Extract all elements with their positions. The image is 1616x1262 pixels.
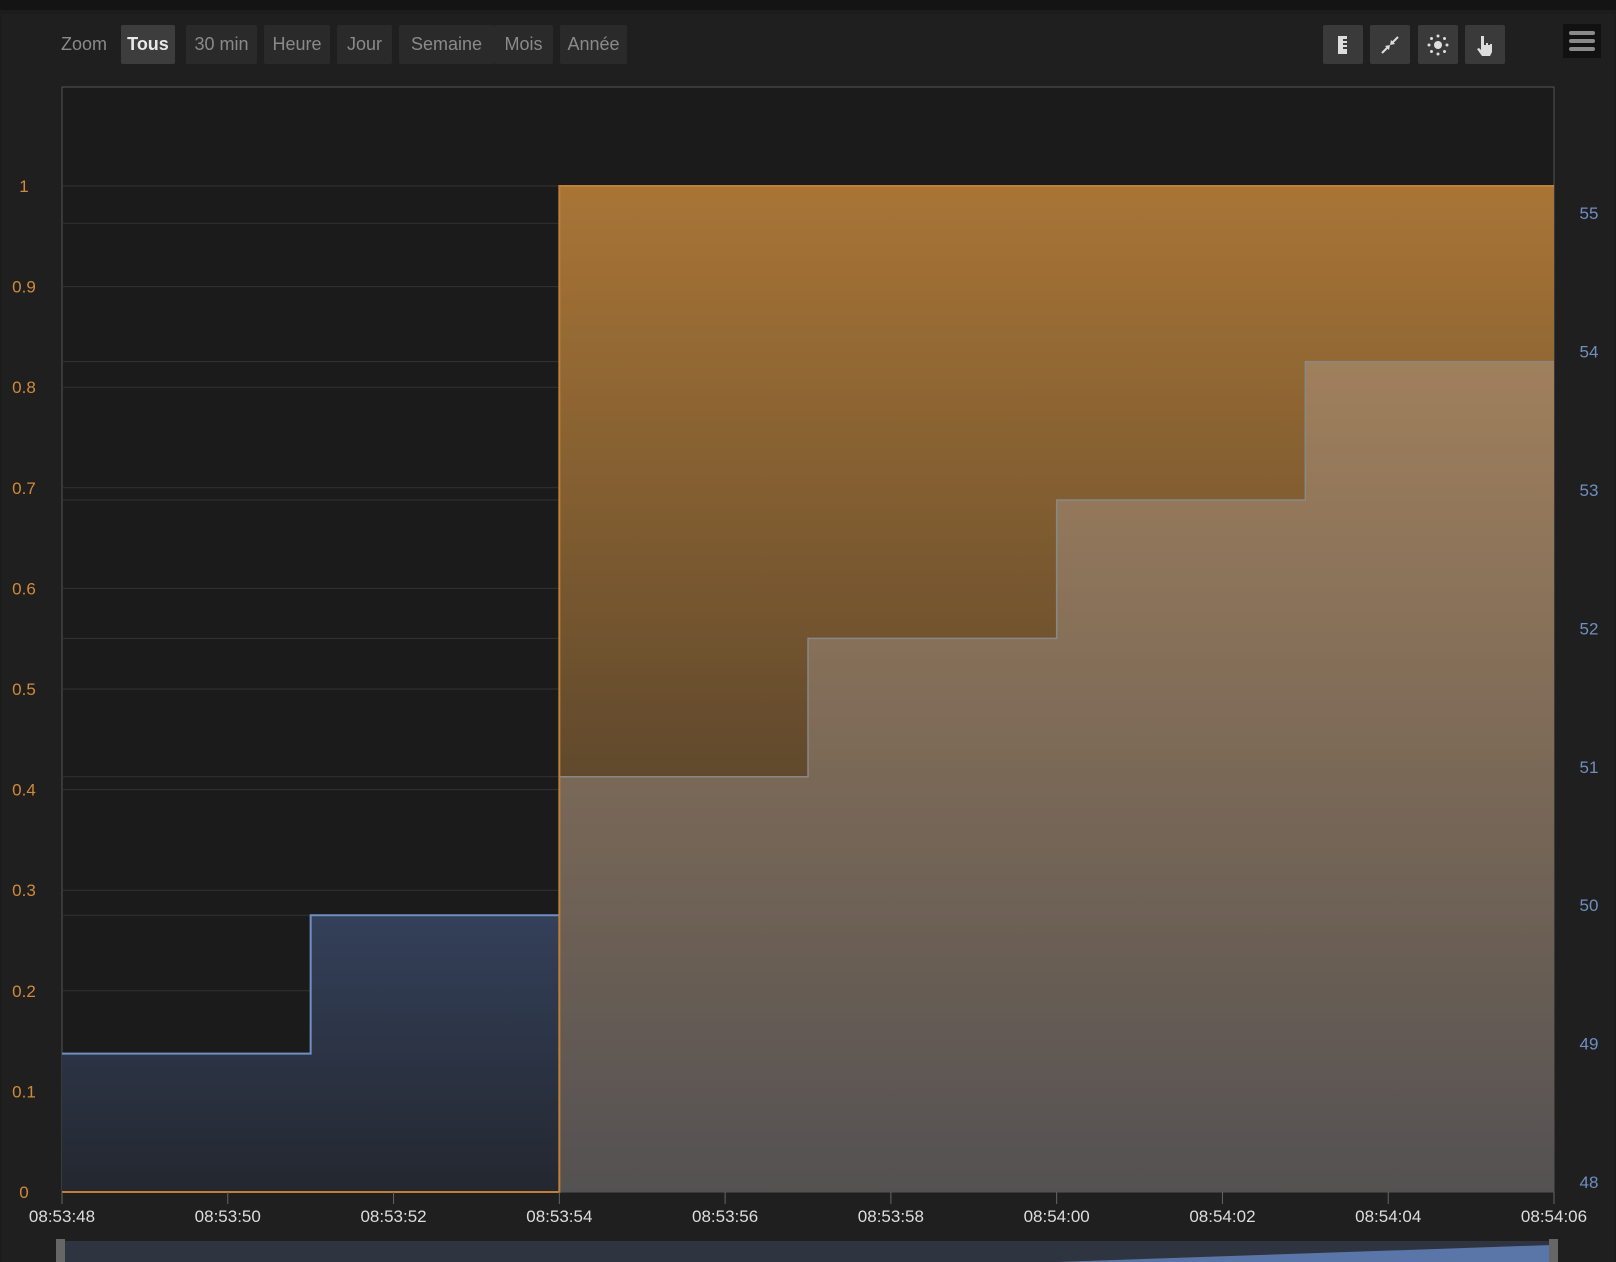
left-axis-tick-label: 0.4 xyxy=(12,781,36,800)
left-axis-tick-label: 0.8 xyxy=(12,378,36,397)
left-axis-tick-label: 0.7 xyxy=(12,479,36,498)
left-axis-tick-label: 0.9 xyxy=(12,278,36,297)
x-axis-tick-label: 08:53:50 xyxy=(195,1207,261,1226)
right-axis-tick-label: 55 xyxy=(1580,204,1599,223)
x-axis-tick-label: 08:54:04 xyxy=(1355,1207,1421,1226)
right-axis-tick-label: 49 xyxy=(1580,1035,1599,1054)
right-axis-tick-label: 53 xyxy=(1580,481,1599,500)
x-axis-tick-label: 08:54:00 xyxy=(1024,1207,1090,1226)
navigator-left-handle[interactable] xyxy=(56,1239,65,1262)
x-axis-tick-label: 08:53:54 xyxy=(526,1207,592,1226)
left-axis-tick-label: 0.1 xyxy=(12,1082,36,1101)
left-axis-tick-label: 1 xyxy=(19,177,28,196)
x-axis-tick-label: 08:54:02 xyxy=(1189,1207,1255,1226)
chart-svg[interactable]: 0 0.1 0.2 0.3 0.4 0.5 0.6 0.7 0.8 0.9 1 48 49 50 51 52 5… xyxy=(0,0,1616,1262)
right-axis-tick-label: 52 xyxy=(1580,619,1599,638)
left-axis-tick-label: 0.5 xyxy=(12,680,36,699)
right-axis-tick-label: 48 xyxy=(1580,1173,1599,1192)
x-axis-tick-label: 08:54:06 xyxy=(1521,1207,1587,1226)
x-axis-tick-label: 08:53:48 xyxy=(29,1207,95,1226)
left-axis-tick-label: 0.2 xyxy=(12,982,36,1001)
right-axis-tick-label: 50 xyxy=(1580,896,1599,915)
x-axis-tick-label: 08:53:58 xyxy=(858,1207,924,1226)
left-axis-tick-label: 0.6 xyxy=(12,579,36,598)
left-axis-tick-label: 0 xyxy=(19,1183,28,1202)
navigator[interactable] xyxy=(56,1239,1558,1262)
left-axis-tick-label: 0.3 xyxy=(12,881,36,900)
navigator-right-handle[interactable] xyxy=(1549,1239,1558,1262)
right-axis-tick-label: 51 xyxy=(1580,758,1599,777)
x-axis-tick-label: 08:53:52 xyxy=(360,1207,426,1226)
x-axis-tick-label: 08:53:56 xyxy=(692,1207,758,1226)
right-axis-tick-label: 54 xyxy=(1580,343,1599,362)
